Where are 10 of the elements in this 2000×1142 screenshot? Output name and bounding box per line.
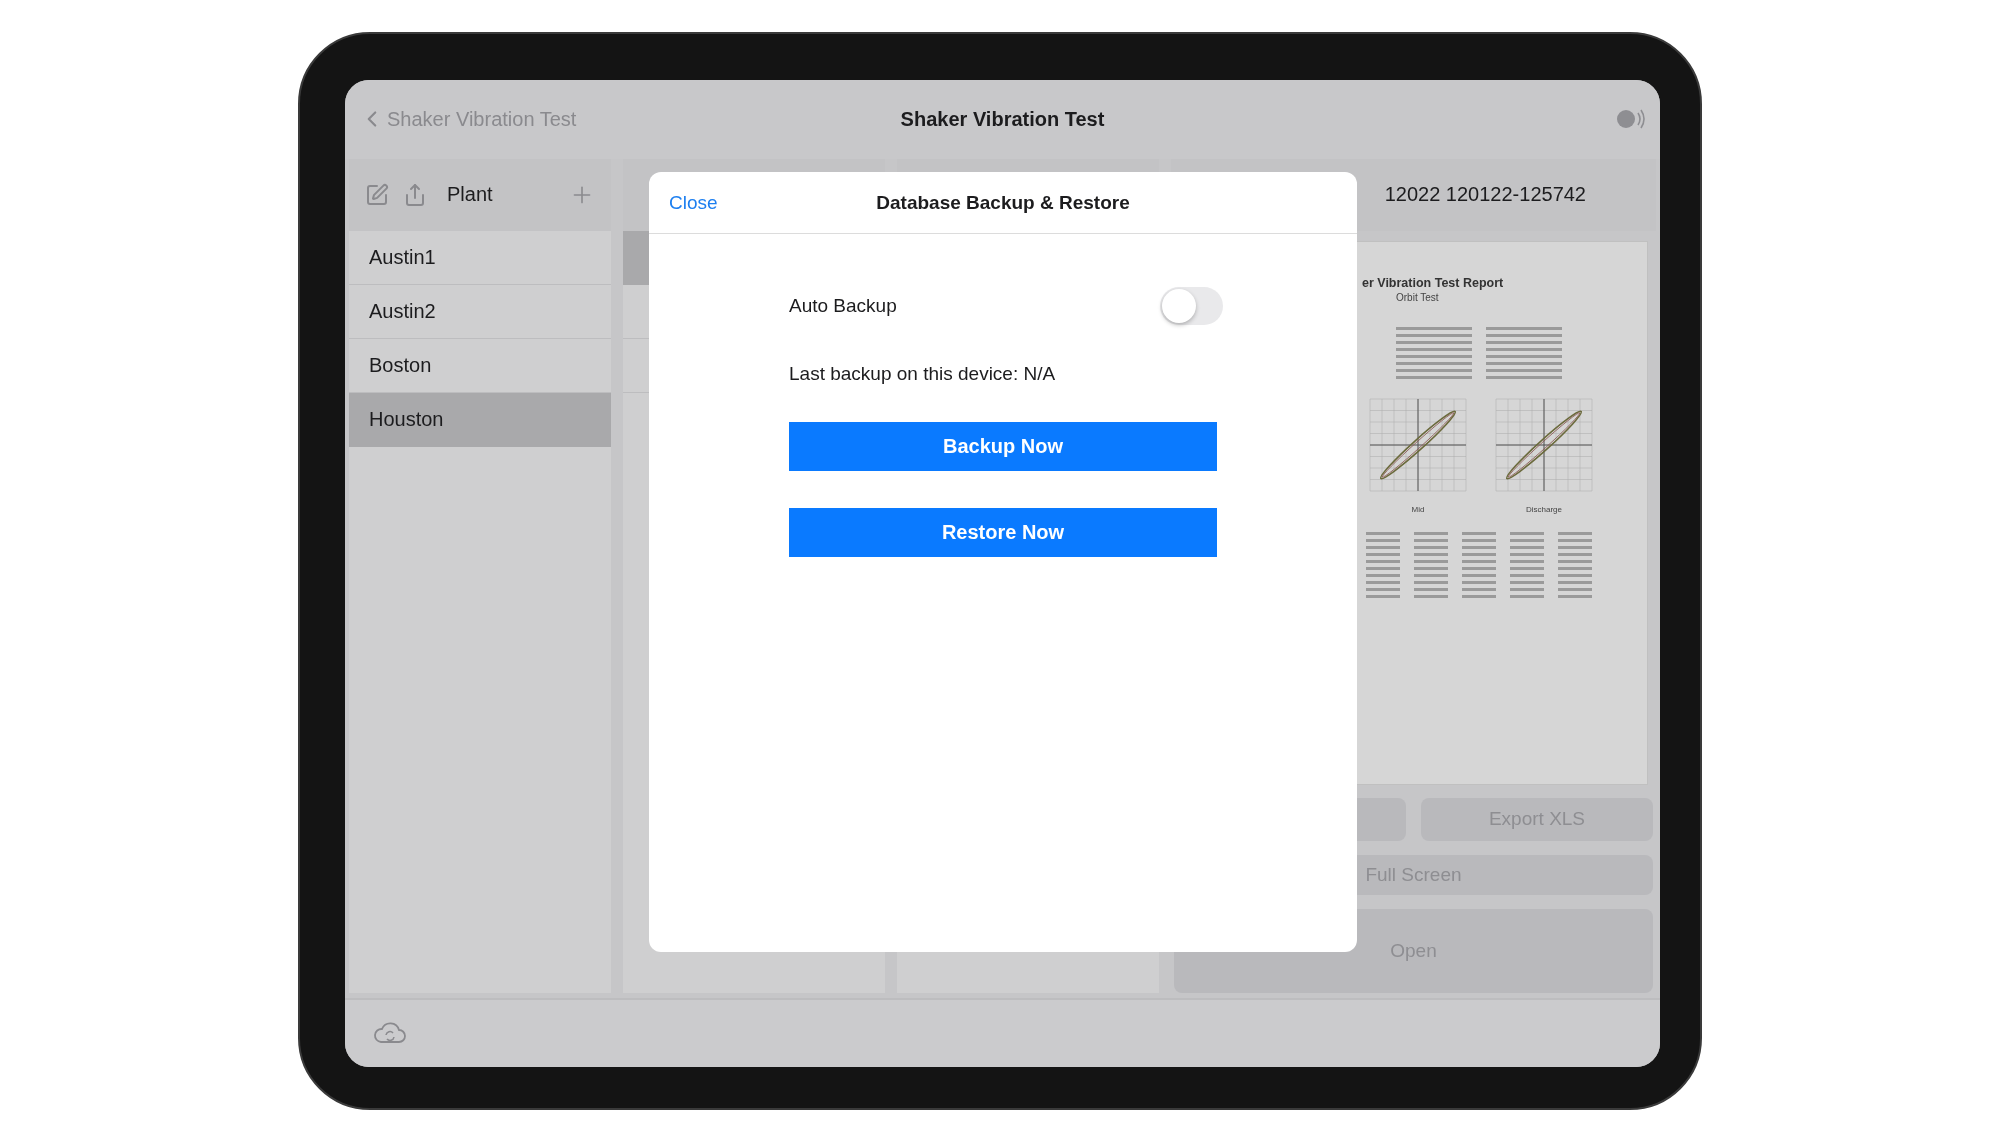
last-backup-text: Last backup on this device: N/A [789, 363, 1057, 385]
report-subtitle: Orbit Test [1396, 291, 1439, 303]
auto-backup-label: Auto Backup [789, 295, 897, 317]
nav-title: Shaker Vibration Test [900, 107, 1105, 131]
plot-label: Discharge [1526, 504, 1562, 514]
detail-title: 12022 120122-125742 [1384, 183, 1586, 207]
dialog-title: Database Backup & Restore [876, 191, 1130, 214]
sidebar-title: Plant [447, 183, 493, 207]
plot-label: Mid [1411, 504, 1425, 514]
report-title: er Vibration Test Report [1362, 275, 1504, 290]
